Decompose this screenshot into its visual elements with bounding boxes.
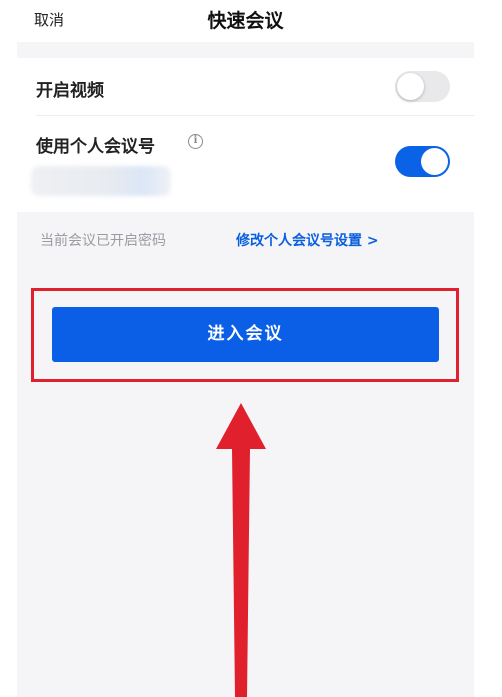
video-setting-label: 开启视频: [36, 81, 104, 101]
toggle-knob: [397, 73, 424, 100]
modify-pmi-settings-link[interactable]: 修改个人会议号设置 >: [236, 230, 379, 250]
personal-meeting-id-toggle[interactable]: [395, 146, 450, 177]
screenshot-stage: 取消 快速会议 开启视频 使用个人会议号 i 当前会议已开启密码 修改个人会议号…: [0, 0, 502, 697]
toggle-knob: [421, 148, 448, 175]
password-status-text: 当前会议已开启密码: [40, 233, 166, 249]
enter-meeting-button[interactable]: 进入会议: [52, 307, 439, 362]
nav-header: 取消 快速会议: [17, 0, 474, 42]
info-icon[interactable]: i: [188, 134, 203, 149]
personal-meeting-id-value-blurred: [31, 166, 171, 196]
personal-meeting-id-label: 使用个人会议号: [36, 137, 155, 157]
row-divider: [36, 115, 474, 116]
video-toggle[interactable]: [395, 71, 450, 102]
page-title: 快速会议: [207, 10, 284, 32]
settings-card: 开启视频 使用个人会议号 i: [17, 58, 474, 212]
